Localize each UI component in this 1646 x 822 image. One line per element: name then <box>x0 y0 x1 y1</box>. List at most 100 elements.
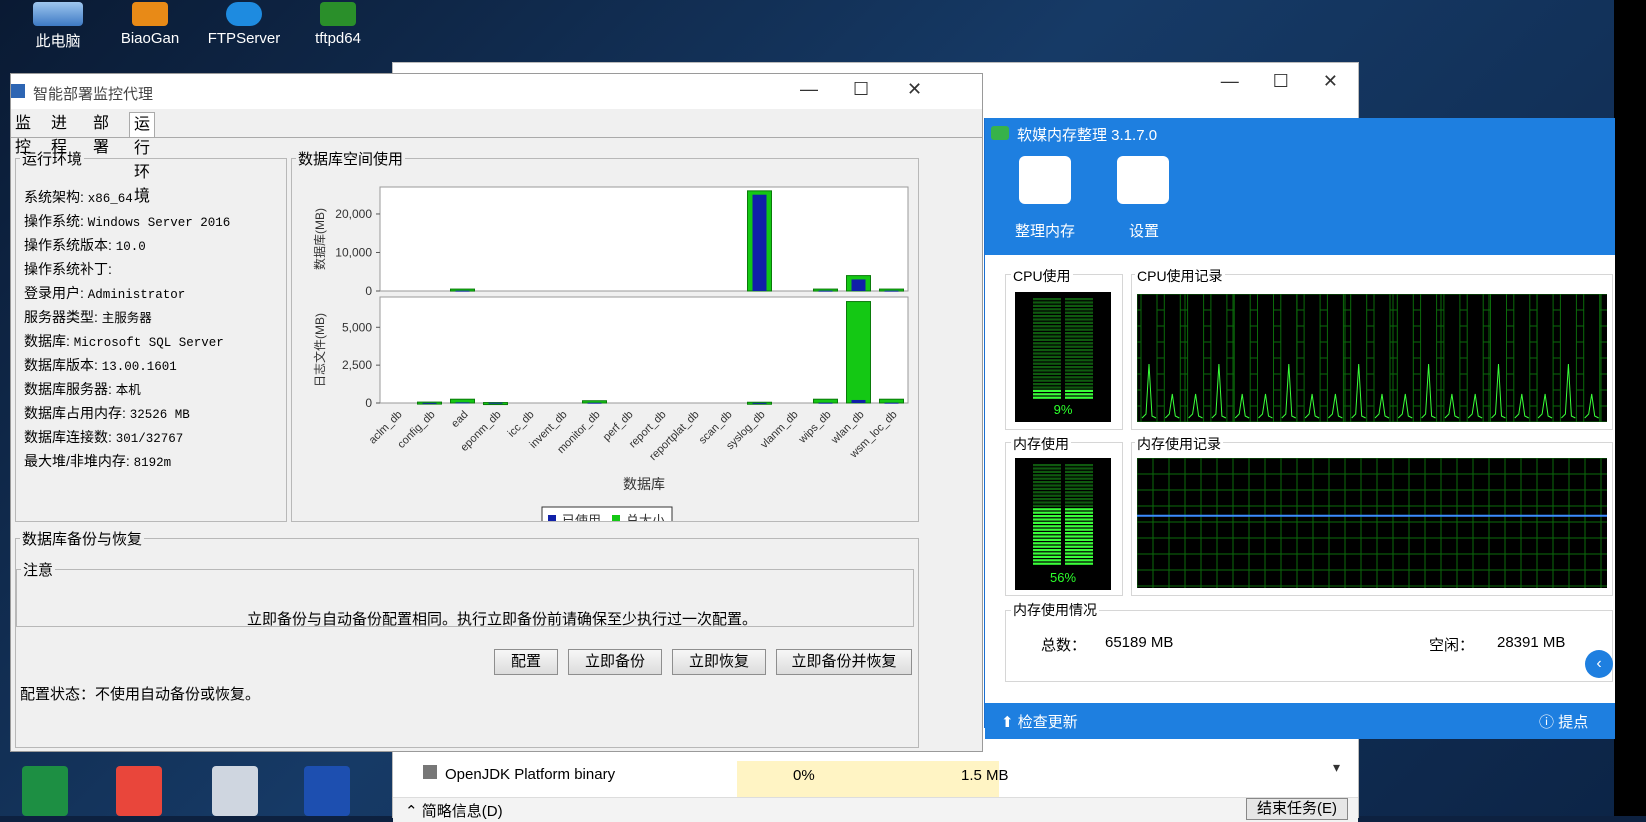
meter-segment <box>1065 504 1093 507</box>
meter-segment <box>1033 396 1061 399</box>
desktop-icon-biaogan[interactable]: BiaoGan <box>102 2 198 47</box>
meter-segment <box>1065 298 1093 301</box>
meter-segment <box>1065 491 1093 494</box>
meter-segment <box>1065 498 1093 501</box>
meter-segment <box>1033 518 1061 521</box>
meter-segment <box>1065 518 1093 521</box>
window-title: 智能部署监控代理 <box>33 86 154 103</box>
maximize-button[interactable]: ☐ <box>853 79 869 100</box>
backup-group: 数据库备份与恢复 注意 立即备份与自动备份配置相同。执行立即备份前请确保至少执行… <box>15 528 919 748</box>
process-cpu: 0% <box>793 767 815 784</box>
maximize-icon[interactable]: ☐ <box>1273 71 1289 91</box>
desktop-icon-this-pc[interactable]: 此电脑 <box>10 2 106 51</box>
cpu-core-panel <box>1326 294 1344 422</box>
meter-segment <box>1033 389 1061 392</box>
desktop-icon-tftpd64[interactable]: tftpd64 <box>290 2 386 47</box>
process-row[interactable]: OpenJDK Platform binary <box>423 765 615 783</box>
cpu-core-panel <box>1490 294 1507 422</box>
cpu-core-panel <box>1443 294 1461 422</box>
used-bar <box>752 402 767 404</box>
tab-runtime[interactable]: 运行环境 <box>129 112 156 205</box>
meter-segment <box>1065 542 1093 545</box>
used-bar <box>455 402 470 404</box>
check-update-link[interactable]: ⬆ 检查更新 <box>1001 711 1078 732</box>
meter-segment <box>1033 549 1061 552</box>
memory-percent: 56% <box>1049 570 1077 585</box>
scroll-down-icon[interactable]: ▾ <box>1333 759 1340 776</box>
end-task-button[interactable]: 结束任务(E) <box>1246 798 1348 820</box>
tab-process[interactable]: 进程 <box>47 112 71 156</box>
meter-segment <box>1033 311 1061 314</box>
meter-segment <box>1033 515 1061 518</box>
meter-segment <box>1065 389 1093 392</box>
settings-label[interactable]: 设置 <box>1129 220 1159 241</box>
meter-segment <box>1065 311 1093 314</box>
total-label: 总数： <box>1041 637 1087 654</box>
checkmark-icon <box>226 2 262 26</box>
cpu-core-panel <box>1396 294 1414 422</box>
meter-segment <box>1065 481 1093 484</box>
runtime-value: 13.00.1601 <box>101 360 177 374</box>
app-badge-icon[interactable] <box>116 766 162 816</box>
desktop-icon-ftpserver[interactable]: FTPServer <box>196 2 292 47</box>
minimize-button[interactable]: — <box>800 79 818 100</box>
meter-segment <box>1065 321 1093 324</box>
meter-segment <box>1033 342 1061 345</box>
meter-segment <box>1065 376 1093 379</box>
desktop-icon-label: BiaoGan <box>120 30 180 47</box>
meter-segment <box>1065 366 1093 369</box>
restore-now-button[interactable]: 立即恢复 <box>672 649 766 675</box>
cpu-history-graph <box>1137 294 1607 422</box>
tip-link[interactable]: ⓘ 提点 <box>1539 711 1588 732</box>
settings-gear-icon[interactable] <box>1117 156 1169 204</box>
monitor-icon[interactable] <box>212 766 258 816</box>
clean-memory-label[interactable]: 整理内存 <box>1015 220 1075 241</box>
close-button[interactable]: ✕ <box>907 79 922 100</box>
key-icon[interactable] <box>304 766 350 816</box>
cpu-core-panel <box>1163 294 1181 422</box>
meter-segment <box>1065 328 1093 331</box>
meter-segment <box>1065 552 1093 555</box>
minimize-icon[interactable]: — <box>1221 71 1239 91</box>
runtime-row: 登录用户: Administrator <box>24 283 185 303</box>
meter-segment <box>1065 393 1093 396</box>
memory-cleaner-title: 软媒内存整理 3.1.7.0 <box>1017 127 1158 144</box>
memory-stats-title: 内存使用情况 <box>1011 600 1099 620</box>
cpu-core-panel <box>1373 294 1391 422</box>
runtime-key: 系统架构: <box>24 189 88 205</box>
cpu-history-label: CPU使用记录 <box>1135 266 1225 286</box>
meter-segment <box>1033 315 1061 318</box>
collapse-chevron-icon[interactable]: ‹ <box>1585 650 1613 678</box>
runtime-group: 运行环境 系统架构: x86_64 操作系统: Windows Server 20… <box>15 148 287 522</box>
memory-meter: 56% <box>1015 458 1111 590</box>
runtime-value: 本机 <box>115 384 141 398</box>
runtime-key: 操作系统版本: <box>24 237 116 253</box>
meter-segment <box>1065 525 1093 528</box>
fewer-details-toggle[interactable]: ⌃ 简略信息(D) <box>405 800 503 821</box>
total-bar <box>813 398 838 404</box>
tab-deploy[interactable]: 部署 <box>89 112 113 156</box>
used-bar <box>818 290 833 292</box>
cpu-percent: 9% <box>1053 402 1073 417</box>
note-group: 注意 立即备份与自动备份配置相同。执行立即备份前请确保至少执行过一次配置。 <box>16 559 914 628</box>
app-icon <box>11 84 25 98</box>
tab-monitor[interactable]: 监控 <box>11 112 35 156</box>
close-icon[interactable]: ✕ <box>1323 71 1338 91</box>
runtime-value: Administrator <box>87 288 186 302</box>
meter-segment <box>1033 559 1061 562</box>
x-tick-label: icc_db <box>506 409 537 440</box>
meter-segment <box>1065 467 1093 470</box>
backup-and-restore-button[interactable]: 立即备份并恢复 <box>776 649 912 675</box>
cpu-core-panel <box>1559 294 1577 422</box>
meter-segment <box>1033 528 1061 531</box>
clean-memory-icon[interactable] <box>1019 156 1071 204</box>
spreadsheet-icon[interactable] <box>22 766 68 816</box>
meter-segment <box>1065 349 1093 352</box>
meter-segment <box>1065 487 1093 490</box>
configure-button[interactable]: 配置 <box>494 649 558 675</box>
meter-segment <box>1065 555 1093 558</box>
y-tick-label: 2,500 <box>342 358 372 372</box>
db-space-group: 数据库空间使用 0 10,000 20,000 数据库(MB) 0 2,500 5,000 日… <box>291 148 919 522</box>
backup-now-button[interactable]: 立即备份 <box>568 649 662 675</box>
runtime-row: 数据库占用内存: 32526 MB <box>24 403 190 423</box>
